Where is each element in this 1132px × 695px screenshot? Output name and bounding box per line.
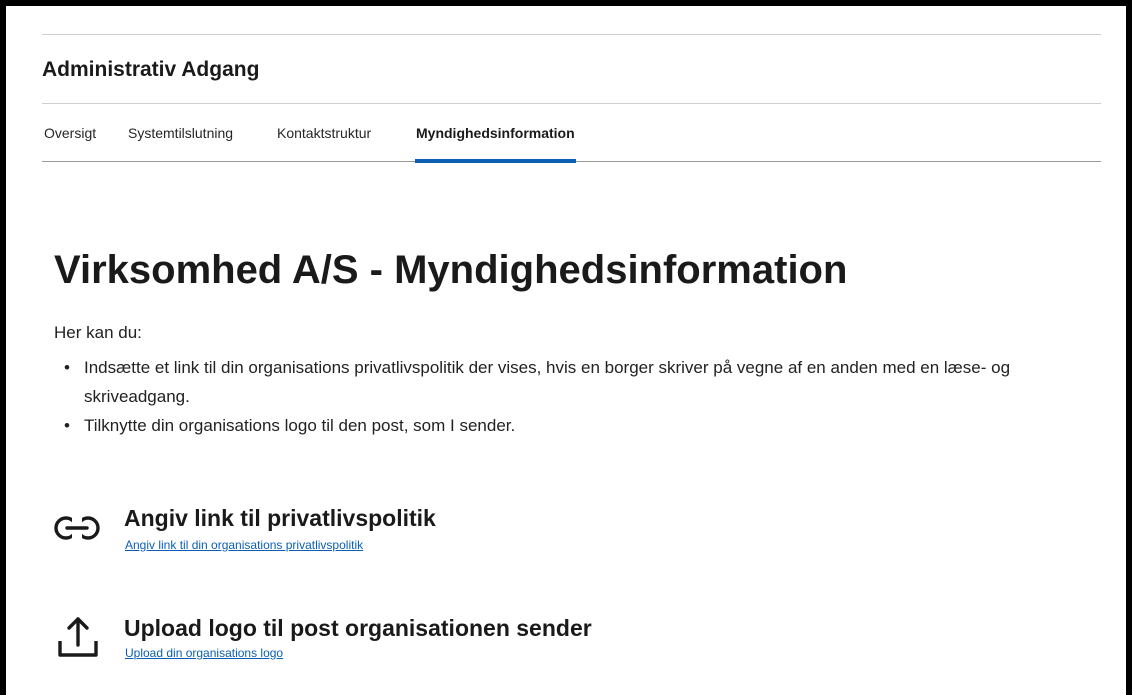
tab-systemtilslutning[interactable]: Systemtilslutning <box>128 116 233 162</box>
intro-text: Her kan du: <box>54 323 142 342</box>
upload-logo-link[interactable]: Upload din organisations logo <box>125 646 283 660</box>
privacy-link[interactable]: Angiv link til din organisations privatl… <box>125 538 363 552</box>
feature-list: Indsætte et link til din organisations p… <box>62 353 1072 440</box>
tab-kontaktstruktur[interactable]: Kontaktstruktur <box>277 116 371 162</box>
header-divider <box>42 103 1101 104</box>
window-frame <box>0 0 1132 695</box>
page-title: Virksomhed A/S - Myndighedsinformation <box>54 248 848 292</box>
upload-logo-heading: Upload logo til post organisationen send… <box>124 615 592 641</box>
upload-icon <box>54 615 102 657</box>
tab-bar: Oversigt Systemtilslutning Kontaktstrukt… <box>42 116 1101 163</box>
app-title: Administrativ Adgang <box>42 58 260 81</box>
tab-myndighedsinformation[interactable]: Myndighedsinformation <box>415 116 576 163</box>
list-item: Indsætte et link til din organisations p… <box>62 353 1072 411</box>
link-icon <box>54 513 102 553</box>
privacy-link-heading: Angiv link til privatlivspolitik <box>124 505 436 531</box>
tab-oversigt[interactable]: Oversigt <box>44 116 96 162</box>
list-item: Tilknytte din organisations logo til den… <box>62 411 1072 440</box>
top-divider <box>42 34 1101 35</box>
